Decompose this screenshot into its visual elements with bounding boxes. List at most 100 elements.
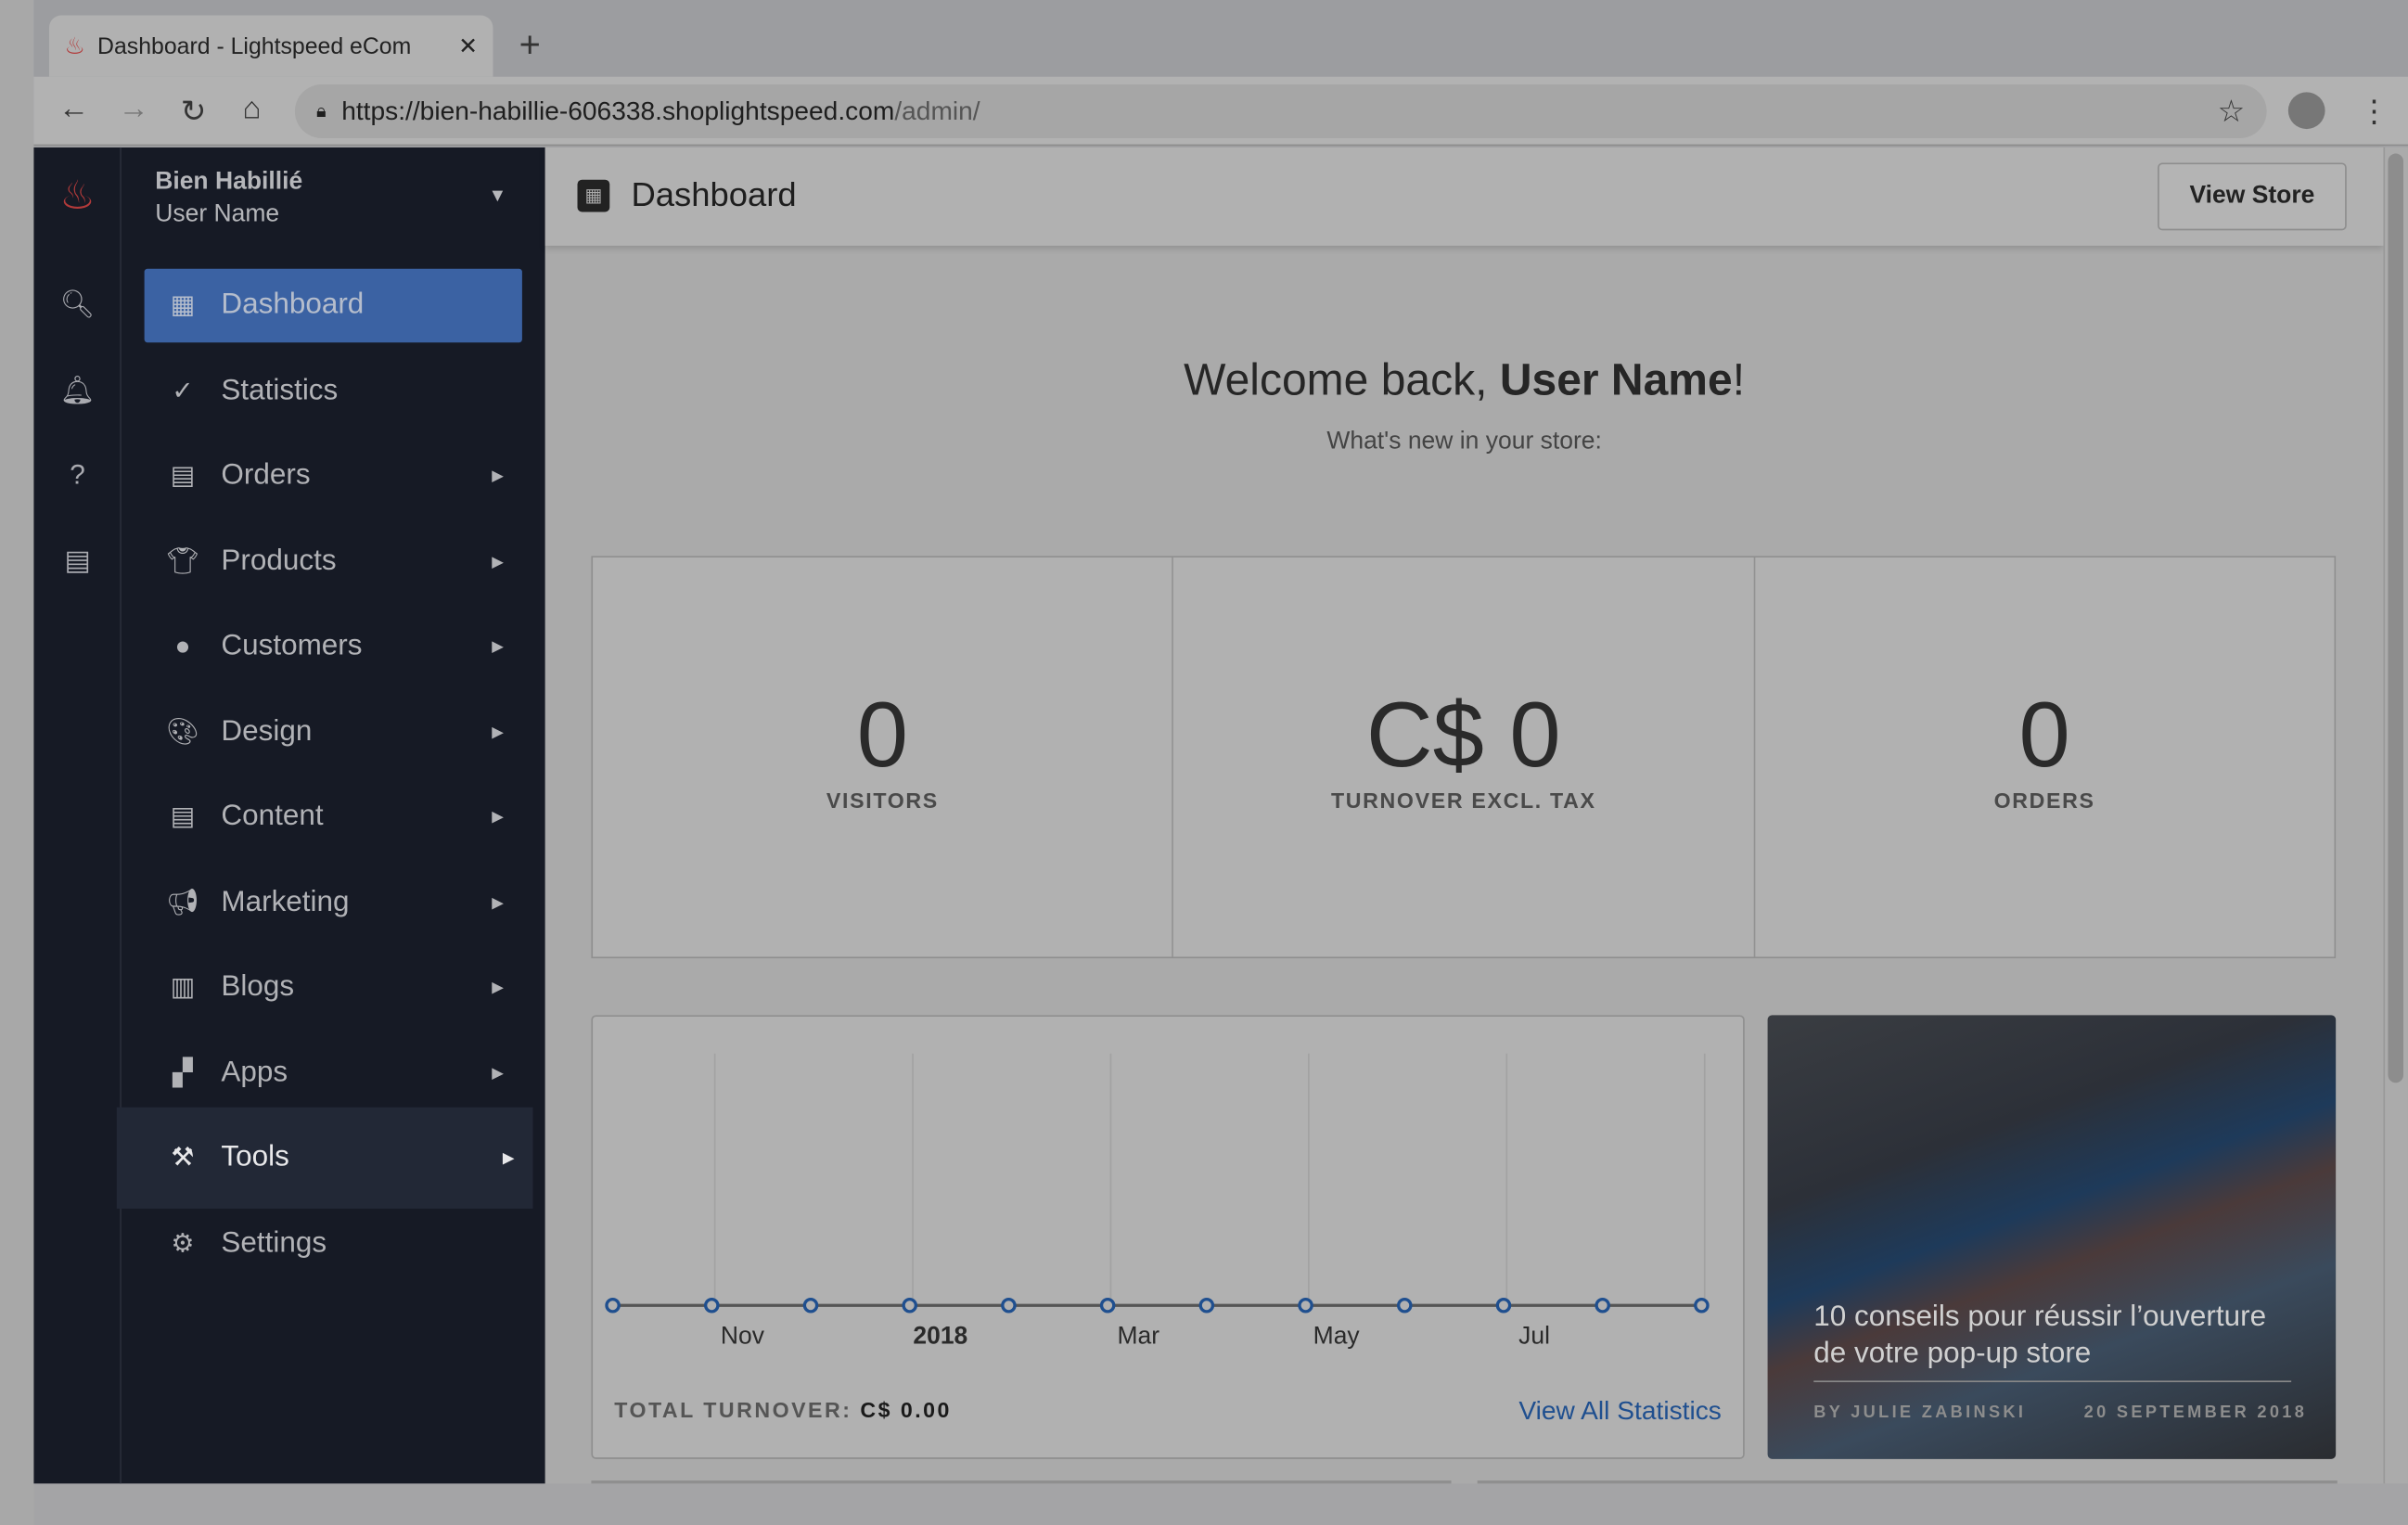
sidebar-item-apps[interactable]: ▞ Apps ▶: [145, 1037, 522, 1110]
shirt-icon: 👕︎: [166, 546, 199, 576]
blog-author: BY JULIE ZABINSKI: [1813, 1403, 2027, 1423]
url-host: https://bien-habillie-606338.shoplightsp…: [341, 96, 895, 125]
data-point[interactable]: [802, 1297, 819, 1314]
x-tick-label: Mar: [1117, 1322, 1159, 1350]
stat-value: 0: [2018, 683, 2070, 787]
dashboard-icon: ▦: [577, 179, 610, 212]
data-point[interactable]: [704, 1297, 720, 1314]
total-turnover: TOTAL TURNOVER: C$ 0.00: [614, 1398, 952, 1422]
lightspeed-logo-icon: ♨: [59, 172, 96, 219]
sidebar-item-tools[interactable]: ⚒︎ Tools ▶: [116, 1107, 533, 1209]
sidebar-item-content[interactable]: ▤ Content ▶: [145, 780, 522, 853]
sidebar-item-label: Settings: [221, 1226, 327, 1260]
chevron-right-icon: ▶: [492, 1065, 505, 1083]
address-bar[interactable]: 🔒︎ https://bien-habillie-606338.shopligh…: [294, 84, 2267, 139]
sidebar-item-dashboard[interactable]: ▦ Dashboard: [144, 268, 522, 343]
sidebar-item-label: Content: [221, 800, 324, 833]
stat-value: C$ 0: [1365, 683, 1561, 787]
stat-label: ORDERS: [1993, 788, 2095, 813]
data-point[interactable]: [1495, 1297, 1512, 1314]
data-point[interactable]: [1694, 1297, 1710, 1314]
welcome-prefix: Welcome back,: [1184, 356, 1500, 406]
data-point[interactable]: [1001, 1297, 1017, 1314]
palette-icon: 🎨︎: [166, 717, 199, 747]
stat-orders: 0 ORDERS: [1755, 557, 2335, 956]
chevron-right-icon: ▶: [502, 1149, 515, 1167]
sidebar-item-customers[interactable]: ● Customers ▶: [145, 609, 522, 683]
data-point[interactable]: [1198, 1297, 1215, 1314]
stat-label: TURNOVER EXCL. TAX: [1330, 788, 1596, 813]
sidebar-item-label: Marketing: [221, 886, 350, 919]
sidebar-item-marketing[interactable]: 📢︎ Marketing ▶: [145, 866, 522, 940]
chevron-right-icon: ▶: [492, 808, 505, 826]
new-tab-button[interactable]: +: [519, 24, 541, 67]
sidebar-item-blogs[interactable]: ▥ Blogs ▶: [145, 951, 522, 1024]
back-icon[interactable]: ←: [56, 92, 93, 127]
profile-avatar-icon[interactable]: [2287, 92, 2325, 130]
bookmark-star-icon[interactable]: ☆: [2218, 92, 2246, 130]
sidebar-item-orders[interactable]: ▤ Orders ▶: [145, 440, 522, 513]
data-point[interactable]: [902, 1297, 917, 1314]
stat-label: VISITORS: [826, 788, 939, 813]
sidebar-item-label: Statistics: [221, 374, 339, 407]
apps-icon: ▞: [173, 1057, 193, 1088]
x-tick-label: 2018: [913, 1322, 967, 1350]
chevron-right-icon: ▶: [492, 553, 505, 571]
turnover-chart: Nov 2018 Mar May Jul: [605, 1053, 1710, 1350]
bell-icon[interactable]: 🔔︎: [33, 375, 121, 407]
welcome-user: User Name: [1499, 356, 1733, 406]
card-edge: [1477, 1480, 2338, 1484]
welcome-heading: Welcome back, User Name!: [545, 356, 2384, 407]
blog-date: 20 SEPTEMBER 2018: [2083, 1403, 2308, 1423]
blog-card-image[interactable]: [1767, 1015, 2337, 1459]
data-point[interactable]: [1099, 1297, 1116, 1314]
browser-tab[interactable]: ♨ Dashboard - Lightspeed eCom ✕: [48, 15, 493, 77]
data-point[interactable]: [1595, 1297, 1610, 1314]
view-all-statistics-link[interactable]: View All Statistics: [1518, 1396, 1721, 1427]
x-tick-label: May: [1313, 1322, 1361, 1350]
store-icon[interactable]: ▤: [33, 545, 121, 578]
welcome-subtitle: What's new in your store:: [1326, 428, 1602, 455]
stat-turnover: C$ 0 TURNOVER EXCL. TAX: [1173, 557, 1755, 957]
search-icon[interactable]: 🔍︎: [33, 288, 121, 321]
user-icon: ●: [174, 631, 191, 660]
sidebar-item-products[interactable]: 👕︎ Products ▶: [145, 525, 522, 598]
view-store-button[interactable]: View Store: [2158, 162, 2347, 231]
forward-icon[interactable]: →: [115, 92, 152, 127]
tab-title: Dashboard - Lightspeed eCom: [97, 32, 412, 59]
megaphone-icon: 📢︎: [166, 887, 199, 917]
user-name: User Name: [155, 200, 280, 228]
welcome-suffix: !: [1732, 356, 1746, 406]
sidebar-item-statistics[interactable]: ✓ Statistics: [145, 354, 522, 428]
desktop-edge: [0, 0, 34, 1525]
store-switcher[interactable]: Bien Habillié User Name: [155, 166, 302, 231]
sidebar-item-label: Orders: [221, 459, 311, 492]
stats-panel: 0 VISITORS C$ 0 TURNOVER EXCL. TAX 0 ORDERS: [591, 556, 2337, 959]
lock-icon: 🔒︎: [316, 99, 327, 122]
dashboard-icon: ▦: [170, 289, 196, 320]
sidebar-item-design[interactable]: 🎨︎ Design ▶: [145, 696, 522, 769]
stat-value: 0: [856, 683, 909, 787]
sidebar-item-label: Apps: [221, 1057, 288, 1089]
chevron-right-icon: ▶: [492, 468, 505, 485]
reload-icon[interactable]: ↻: [175, 92, 212, 130]
browser-menu-icon[interactable]: ⋮: [2359, 92, 2389, 130]
data-point[interactable]: [1298, 1297, 1313, 1314]
help-icon[interactable]: ?: [33, 459, 121, 492]
close-tab-icon[interactable]: ✕: [458, 32, 478, 59]
blog-title[interactable]: 10 conseils pour réussir l’ouverture de …: [1813, 1300, 2305, 1373]
clipboard-icon: ▤: [170, 460, 196, 491]
blog-divider: [1813, 1380, 2292, 1383]
chevron-right-icon: ▶: [492, 894, 505, 912]
card-edge: [591, 1480, 1452, 1484]
caret-down-icon[interactable]: ▼: [488, 185, 506, 206]
data-point[interactable]: [605, 1297, 621, 1314]
data-point[interactable]: [1396, 1297, 1413, 1314]
home-icon[interactable]: ⌂: [234, 92, 271, 127]
total-turnover-label: TOTAL TURNOVER:: [614, 1397, 852, 1423]
sidebar-item-settings[interactable]: ⚙︎ Settings: [145, 1207, 522, 1280]
sidebar-item-label: Design: [221, 715, 313, 749]
total-turnover-value: C$ 0.00: [860, 1397, 952, 1423]
sidebar-item-label: Products: [221, 545, 337, 578]
scrollbar-thumb[interactable]: [2388, 153, 2404, 1083]
